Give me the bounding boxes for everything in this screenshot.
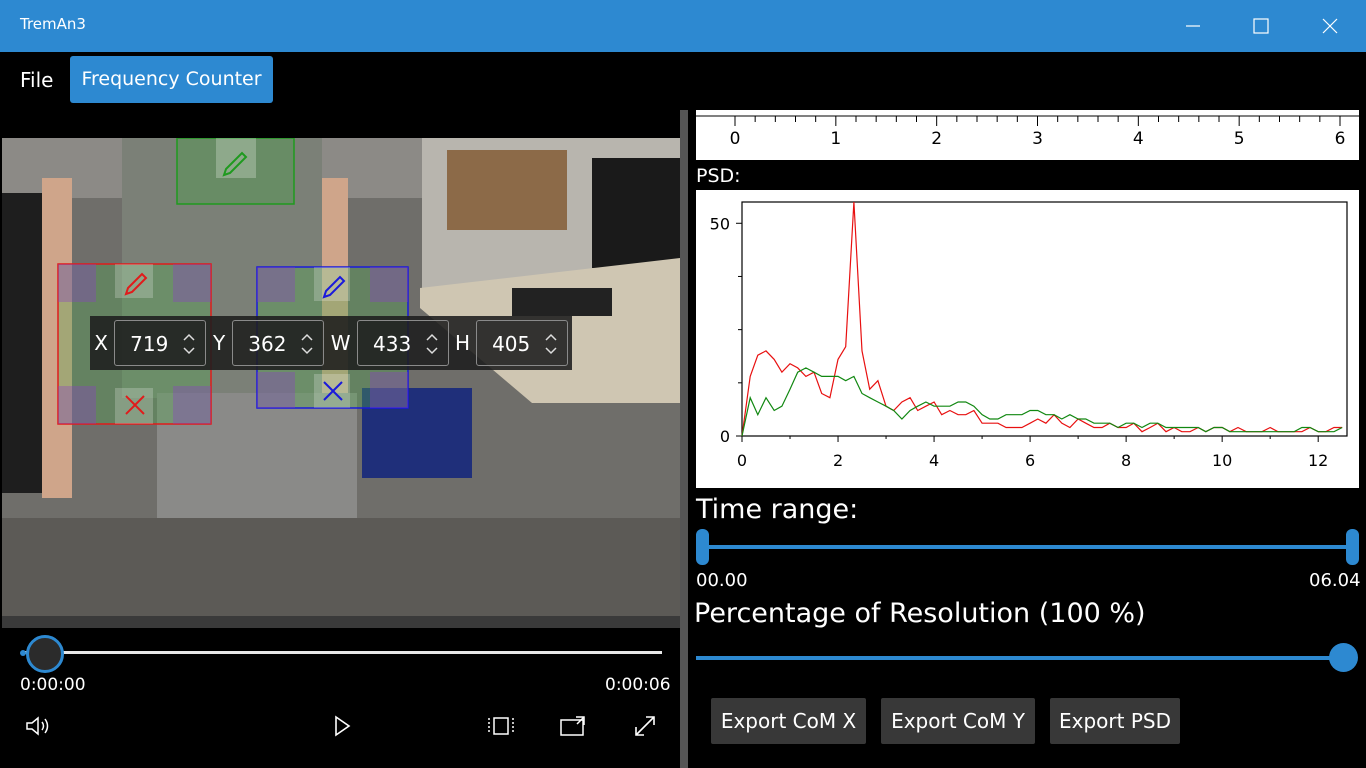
cast-icon: [560, 716, 585, 736]
roi-h-input[interactable]: 405: [476, 320, 568, 366]
app-title: TremAn3: [20, 15, 86, 33]
minimize-button[interactable]: [1170, 6, 1216, 46]
menu-bar: File Frequency Counter: [0, 52, 1366, 110]
axis-tick-label: 1: [830, 129, 841, 149]
time-range-start-thumb[interactable]: [696, 529, 709, 565]
roi-w-value[interactable]: 433: [373, 332, 411, 356]
psd-label: PSD:: [696, 165, 741, 187]
export-com-x-button[interactable]: Export CoM X: [711, 698, 866, 744]
video-frame: [2, 138, 680, 628]
maximize-icon: [1253, 18, 1269, 34]
volume-button[interactable]: [23, 710, 55, 742]
panel-splitter[interactable]: [680, 110, 688, 768]
analysis-panel: 0123456 PSD: 0 2 4 6 8 10 12 0 50 Time range: 00…: [688, 110, 1366, 768]
axis-tick-label: 0: [730, 129, 741, 149]
x-tick-label: 10: [1212, 451, 1232, 470]
y-tick-label: 0: [720, 427, 730, 446]
total-time: 0:00:06: [605, 675, 671, 695]
video-scene: [2, 138, 680, 628]
psd-series-line-2: [741, 367, 1343, 437]
roi-y-value[interactable]: 362: [248, 332, 286, 356]
resolution-track[interactable]: [696, 656, 1344, 660]
close-icon: [1322, 18, 1338, 34]
menu-file[interactable]: File: [10, 56, 63, 104]
x-tick-label: 4: [929, 451, 939, 470]
volume-icon: [26, 716, 49, 736]
spinner-icon: [183, 333, 195, 355]
time-range-end: 06.04: [1309, 570, 1361, 591]
psd-chart-svg: 0 2 4 6 8 10 12 0 50: [710, 201, 1348, 470]
seek-bar[interactable]: [22, 651, 662, 654]
play-icon: [335, 715, 351, 737]
export-psd-button[interactable]: Export PSD: [1050, 698, 1180, 744]
x-tick-label: 2: [833, 451, 843, 470]
roi-w-label: W: [330, 331, 351, 355]
spinner-icon: [426, 333, 438, 355]
com-chart-axis: 0 1 2 3 4 5 6: [696, 110, 1359, 160]
close-button[interactable]: [1307, 6, 1353, 46]
axis-tick-label: 6: [1335, 129, 1346, 149]
psd-chart: 0 2 4 6 8 10 12 0 50: [696, 190, 1359, 488]
x-tick-label: 6: [1025, 451, 1035, 470]
roi-x-input[interactable]: 719: [114, 320, 207, 366]
cast-button[interactable]: [557, 710, 589, 742]
roi-x-value[interactable]: 719: [130, 332, 168, 356]
x-tick-label: 12: [1308, 451, 1328, 470]
aspect-ratio-icon: [488, 717, 514, 735]
seek-thumb[interactable]: [26, 635, 64, 673]
title-bar: TremAn3: [0, 0, 1366, 52]
time-range-start: 00.00: [696, 570, 748, 591]
roi-h-label: H: [454, 331, 471, 355]
plot-frame: [741, 201, 1348, 437]
roi-w-input[interactable]: 433: [357, 320, 449, 366]
roi-x-label: X: [94, 331, 108, 355]
spinner-icon: [301, 333, 313, 355]
resolution-thumb[interactable]: [1329, 643, 1358, 672]
maximize-button[interactable]: [1238, 6, 1284, 46]
time-range-track[interactable]: [702, 545, 1354, 549]
roi-h-value[interactable]: 405: [492, 332, 530, 356]
y-tick-label: 50: [710, 214, 730, 233]
current-time: 0:00:00: [20, 675, 86, 695]
x-tick-label: 0: [737, 451, 747, 470]
roi-y-input[interactable]: 362: [232, 320, 325, 366]
time-range-label: Time range:: [696, 494, 859, 525]
com-axis-svg: 0 1 2 3 4 5 6: [696, 115, 1359, 149]
roi-toolbar: X 719 Y 362 W 433 H 405: [90, 316, 572, 370]
fullscreen-icon: [635, 716, 655, 736]
roi-y-label: Y: [213, 331, 226, 355]
aspect-ratio-button[interactable]: [485, 710, 517, 742]
axis-tick-label: 3: [1032, 129, 1043, 149]
minimize-icon: [1186, 25, 1200, 27]
spinner-icon: [545, 333, 557, 355]
export-com-y-button[interactable]: Export CoM Y: [881, 698, 1035, 744]
roi-green[interactable]: [176, 138, 295, 205]
resolution-label: Percentage of Resolution (100 %): [694, 598, 1146, 629]
axis-tick-label: 2: [931, 129, 942, 149]
axis-tick-label: 5: [1234, 129, 1245, 149]
menu-frequency-counter[interactable]: Frequency Counter: [70, 56, 273, 103]
axis-tick-label: 4: [1133, 129, 1144, 149]
x-tick-label: 8: [1121, 451, 1131, 470]
psd-series-line-1: [741, 201, 1343, 437]
play-button[interactable]: [326, 710, 358, 742]
time-range-end-thumb[interactable]: [1346, 529, 1359, 565]
fullscreen-button[interactable]: [629, 710, 661, 742]
